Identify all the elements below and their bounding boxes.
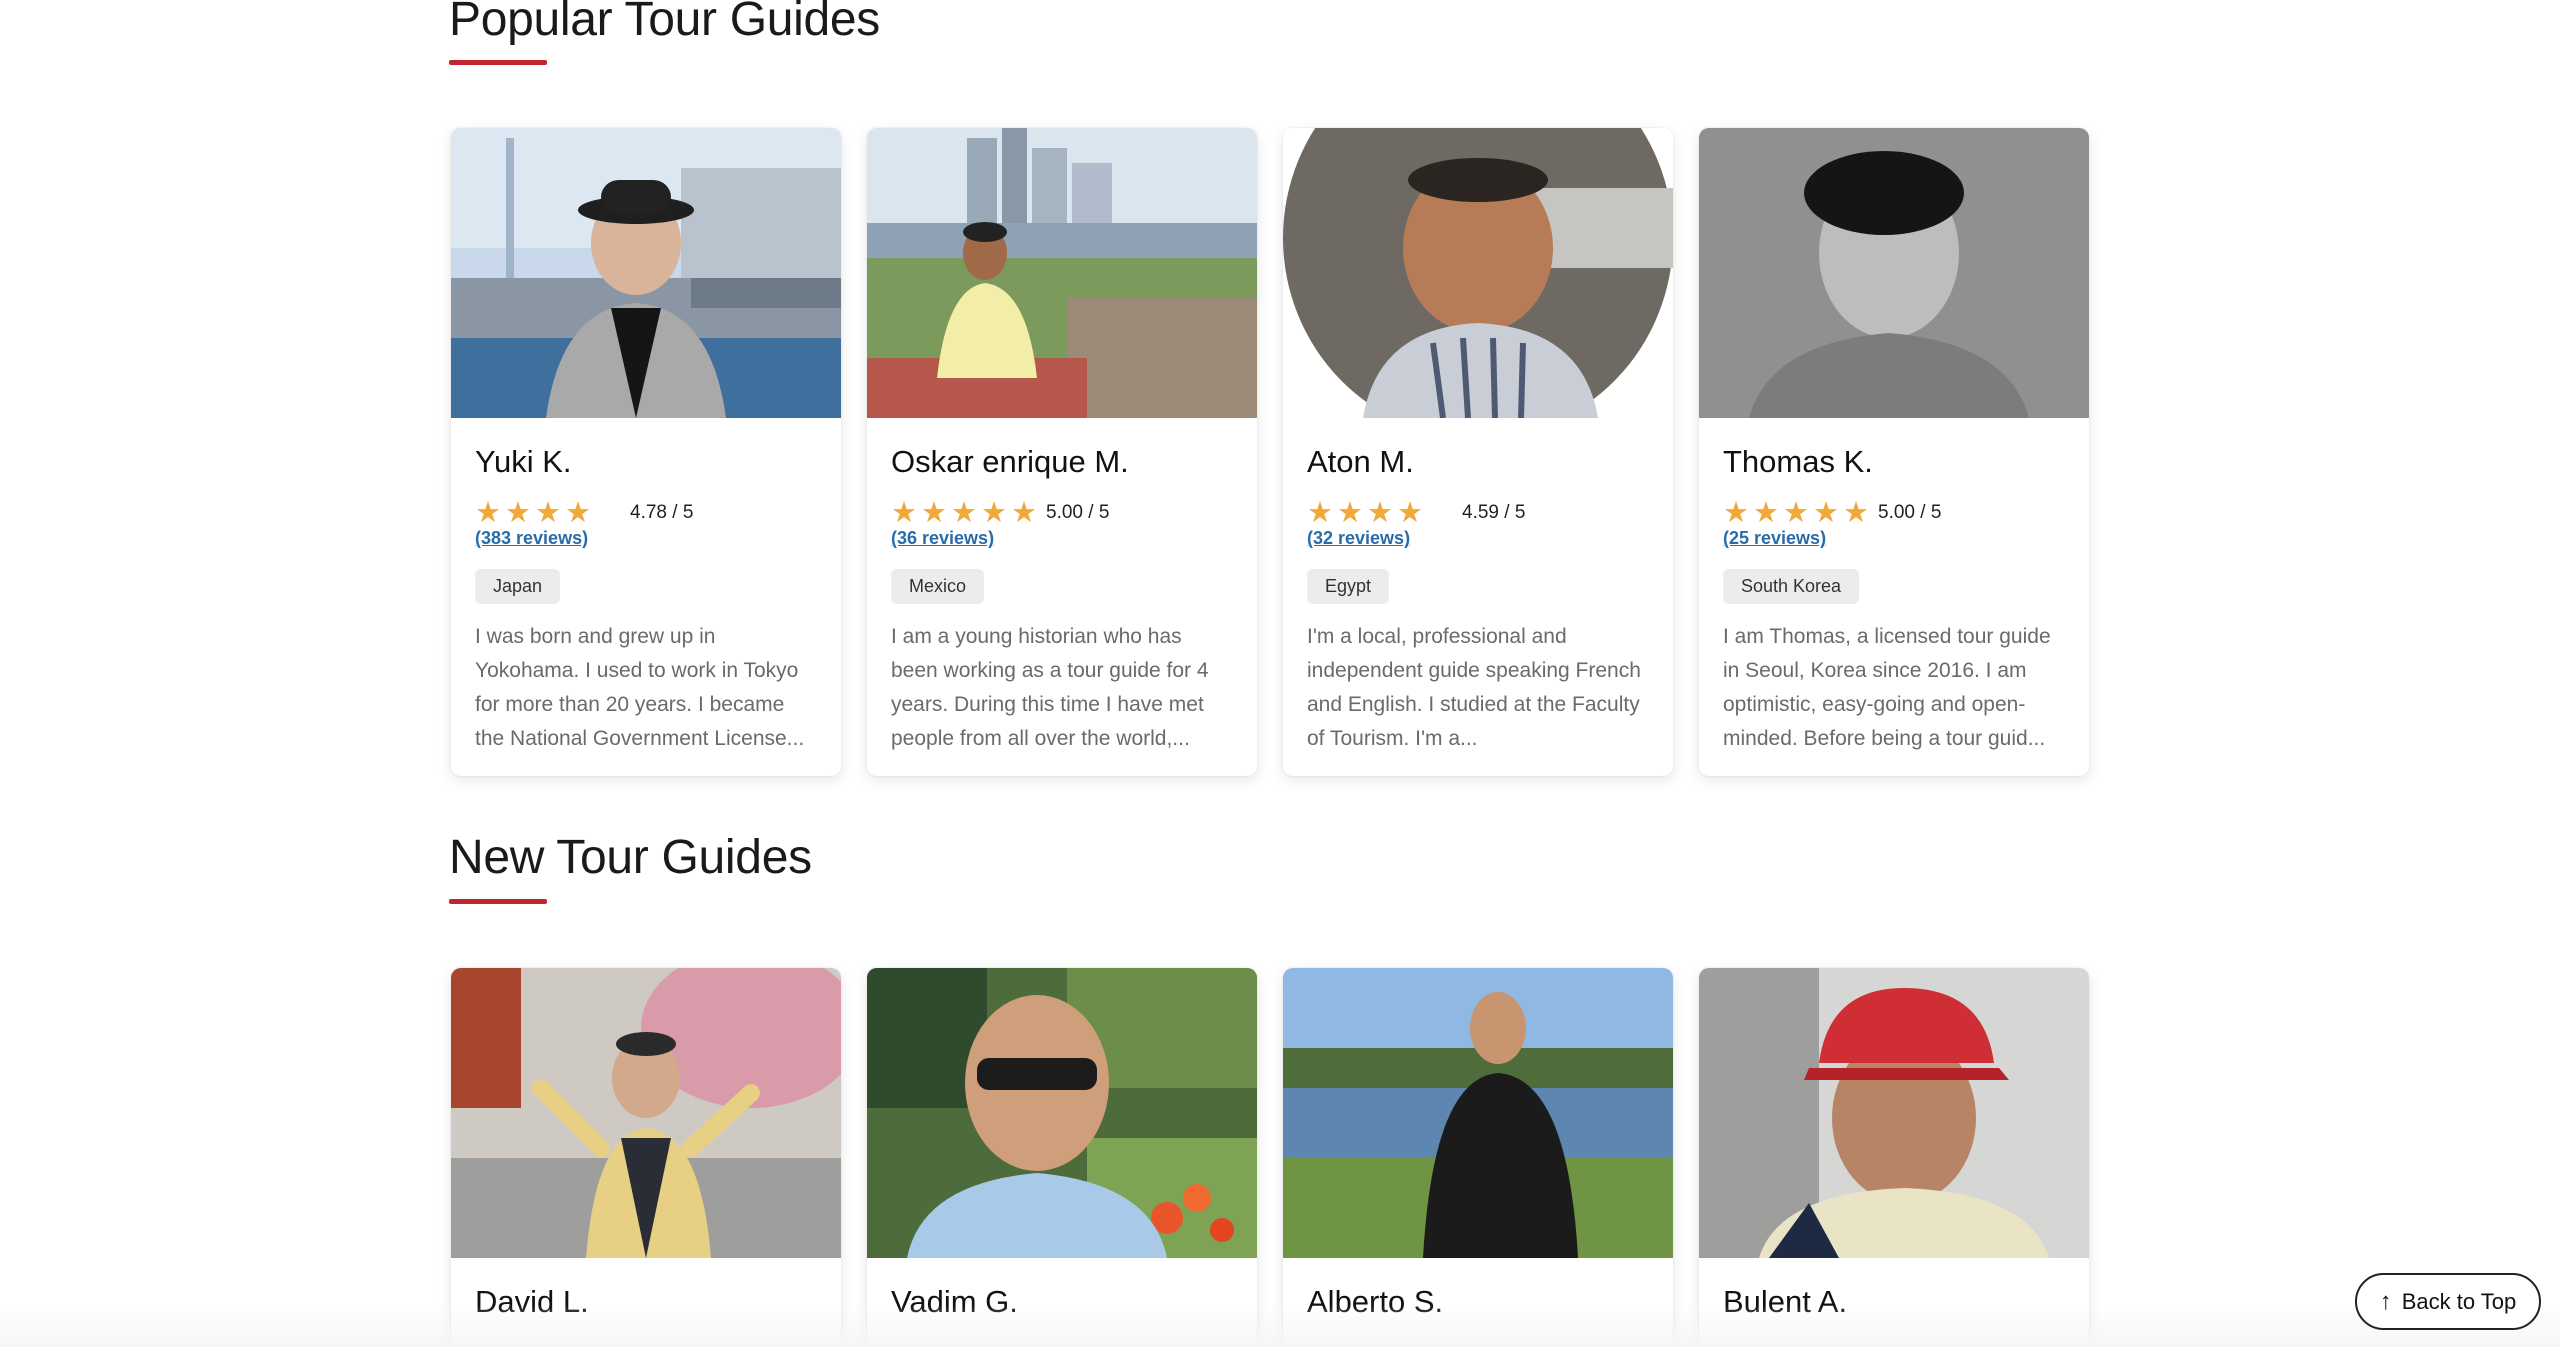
guide-card-thomas[interactable]: Thomas K. ★ ★ ★ ★ ★ 5.00 / 5 (25 reviews…	[1699, 128, 2089, 776]
back-to-top-label: Back to Top	[2401, 1288, 2517, 1314]
star-icon: ★	[951, 497, 977, 529]
star-icon: ★	[535, 497, 561, 529]
star-icon: ★	[1397, 497, 1423, 529]
star-rating: ★ ★ ★ ★	[1307, 497, 1462, 529]
rating-row: ★ ★ ★ ★ ★ 5.00 / 5	[891, 498, 1233, 528]
star-icon: ★	[1367, 497, 1393, 529]
star-icon: ★	[1307, 497, 1333, 529]
rating-row: ★ ★ ★ ★ 4.78 / 5	[475, 498, 817, 528]
guide-card-bulent[interactable]: Bulent A.	[1699, 968, 2089, 1347]
arrow-up-icon: ↑	[2379, 1287, 2392, 1315]
rating-value: 4.78 / 5	[630, 502, 694, 523]
star-icon: ★	[505, 497, 531, 529]
guide-photo	[451, 128, 841, 418]
star-icon: ★	[475, 497, 501, 529]
new-title-underline	[449, 899, 547, 904]
rating-value: 5.00 / 5	[1046, 502, 1110, 523]
guide-bio: I was born and grew up in Yokohama. I us…	[475, 625, 805, 750]
popular-section-title: Popular Tour Guides	[449, 0, 881, 46]
guide-card-alberto[interactable]: Alberto S.	[1283, 968, 1673, 1347]
country-tag: Egypt	[1307, 569, 1390, 604]
bottom-fade	[0, 1305, 2560, 1347]
star-icon: ★	[1843, 497, 1869, 529]
guide-card-vadim[interactable]: Vadim G.	[867, 968, 1257, 1347]
reviews-link[interactable]: (32 reviews)	[1307, 528, 1410, 549]
star-icon: ★	[921, 497, 947, 529]
guide-name: Aton M.	[1307, 444, 1414, 479]
country-tag: South Korea	[1723, 569, 1860, 604]
star-rating: ★ ★ ★ ★ ★	[891, 497, 1046, 529]
country-tag: Japan	[475, 569, 561, 604]
guide-name: Thomas K.	[1723, 444, 1873, 479]
country-tag: Mexico	[891, 569, 985, 604]
star-icon: ★	[981, 497, 1007, 529]
star-icon: ★	[1783, 497, 1809, 529]
guide-photo	[1699, 968, 2089, 1258]
rating-row: ★ ★ ★ ★ 4.59 / 5	[1307, 498, 1649, 528]
guide-photo	[1283, 128, 1673, 418]
guide-card-oskar[interactable]: Oskar enrique M. ★ ★ ★ ★ ★ 5.00 / 5 (36 …	[867, 128, 1257, 776]
guide-card-david[interactable]: David L.	[451, 968, 841, 1347]
guide-photo	[1699, 128, 2089, 418]
rating-value: 4.59 / 5	[1462, 502, 1526, 523]
star-icon: ★	[1011, 497, 1037, 529]
reviews-link[interactable]: (36 reviews)	[891, 528, 994, 549]
star-icon: ★	[565, 497, 591, 529]
new-section-title: New Tour Guides	[449, 831, 812, 884]
star-icon: ★	[1813, 497, 1839, 529]
star-icon: ★	[1723, 497, 1749, 529]
star-icon: ★	[1753, 497, 1779, 529]
guide-bio: I'm a local, professional and independen…	[1307, 625, 1641, 750]
reviews-link[interactable]: (25 reviews)	[1723, 528, 1826, 549]
reviews-link[interactable]: (383 reviews)	[475, 528, 588, 549]
guide-photo	[1283, 968, 1673, 1258]
popular-title-underline	[449, 60, 547, 65]
rating-row: ★ ★ ★ ★ ★ 5.00 / 5	[1723, 498, 2065, 528]
guide-photo	[867, 128, 1257, 418]
guide-name: Oskar enrique M.	[891, 444, 1129, 479]
guide-card-aton[interactable]: Aton M. ★ ★ ★ ★ 4.59 / 5 (32 reviews) Eg…	[1283, 128, 1673, 776]
back-to-top-button[interactable]: ↑ Back to Top	[2355, 1273, 2541, 1330]
guide-card-yuki[interactable]: Yuki K. ★ ★ ★ ★ 4.78 / 5 (383 reviews) J…	[451, 128, 841, 776]
rating-value: 5.00 / 5	[1878, 502, 1942, 523]
guide-photo	[451, 968, 841, 1258]
star-rating: ★ ★ ★ ★ ★	[1723, 497, 1878, 529]
page: Popular Tour Guides Yuki K. ★ ★ ★ ★ 4.78…	[0, 0, 2560, 1347]
guide-bio: I am Thomas, a licensed tour guide in Se…	[1723, 625, 2051, 750]
guide-photo	[867, 968, 1257, 1258]
guide-name: Yuki K.	[475, 444, 572, 479]
star-icon: ★	[1337, 497, 1363, 529]
guide-bio: I am a young historian who has been work…	[891, 625, 1209, 750]
star-rating: ★ ★ ★ ★	[475, 497, 630, 529]
star-icon: ★	[891, 497, 917, 529]
